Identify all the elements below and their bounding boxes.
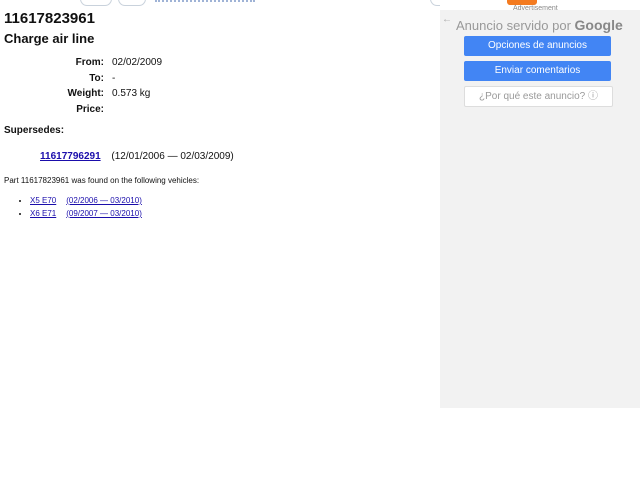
info-value [112,104,162,120]
info-label: Weight: [67,88,104,99]
vehicle-model: X6 E71 [30,209,57,218]
vehicles-intro-text: Part 11617823961 was found on the follow… [4,176,200,185]
list-item: X5 E70 (02/2006 — 03/2010) [30,196,142,209]
info-row-price: Price: [0,104,162,120]
google-logo: Google [574,17,623,33]
vehicle-link[interactable]: X5 E70 (02/2006 — 03/2010) [30,196,142,205]
vehicle-link[interactable]: X6 E71 (09/2007 — 03/2010) [30,209,142,218]
info-value: - [112,72,116,84]
info-label: Price: [76,103,104,115]
vehicle-range: (09/2007 — 03/2010) [66,209,142,218]
top-decoration [0,0,440,6]
ad-options-button[interactable]: Opciones de anuncios [464,36,611,56]
supersedes-entry: 11617796291 (12/01/2006 — 02/03/2009) [40,151,234,162]
why-this-ad-button[interactable]: ¿Por qué este anuncio? ⓘ [464,86,613,107]
part-number-title: 11617823961 [4,10,95,27]
superseded-part-link[interactable]: 11617796291 [40,151,101,162]
decoration-dots [155,0,255,5]
vehicle-model: X5 E70 [30,196,57,205]
decoration-chip [430,0,440,6]
ad-served-by: Anuncio servido por Google [456,17,623,33]
vehicle-range: (02/2006 — 03/2010) [66,196,142,205]
decoration-chip [118,0,146,6]
part-info-table: From: 02/02/2009 To: - Weight: 0.573 kg … [0,57,163,120]
info-row-weight: Weight: 0.573 kg [0,88,162,104]
list-item: X6 E71 (09/2007 — 03/2010) [30,209,142,222]
info-row-to: To: - [0,73,162,89]
back-arrow-icon[interactable]: ← [442,14,452,25]
info-value: 0.573 kg [112,88,151,99]
ad-panel: ← Anuncio servido por Google Opciones de… [440,10,640,408]
superseded-date-range: (12/01/2006 — 02/03/2009) [111,151,234,162]
info-label: To: [89,72,104,84]
vehicle-list: X5 E70 (02/2006 — 03/2010) X6 E71 (09/2007… [18,196,142,222]
ad-served-by-text: Anuncio servido por [456,18,571,33]
info-row-from: From: 02/02/2009 [0,57,162,73]
info-value: 02/02/2009 [112,57,163,68]
supersedes-heading: Supersedes: [4,125,65,136]
info-label: From: [75,57,104,68]
decoration-chip [80,0,112,6]
part-name-title: Charge air line [4,31,95,46]
send-feedback-button[interactable]: Enviar comentarios [464,61,611,81]
